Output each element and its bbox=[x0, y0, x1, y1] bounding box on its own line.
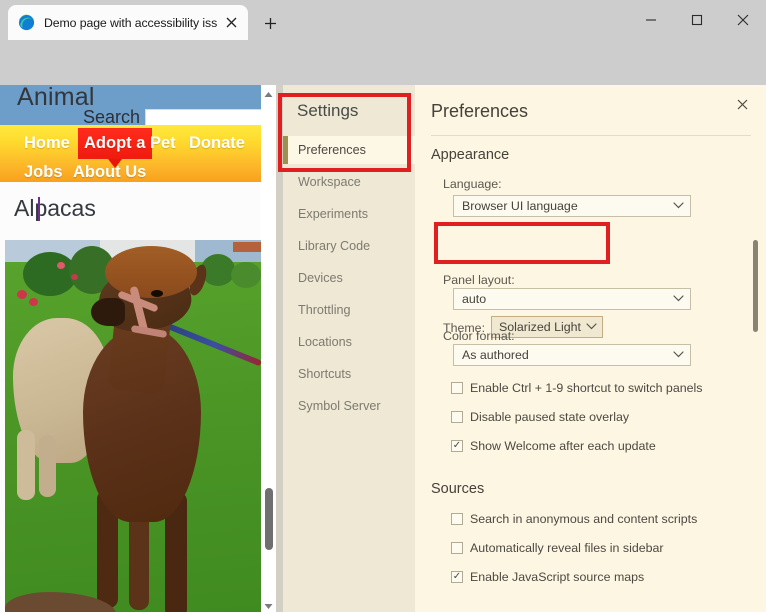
scroll-up-icon[interactable] bbox=[263, 87, 274, 98]
chevron-down-icon bbox=[586, 322, 597, 333]
photo-alpaca-snout bbox=[91, 298, 125, 326]
color-format-select-value: As authored bbox=[462, 348, 529, 362]
page-scrollbar-thumb[interactable] bbox=[265, 488, 273, 550]
checkbox-box[interactable] bbox=[451, 411, 463, 423]
browser-window: Demo page with accessibility iss Animal … bbox=[0, 0, 766, 612]
minimize-button[interactable] bbox=[628, 0, 674, 40]
checkbox-enable-ctrl-shortcut[interactable]: Enable Ctrl + 1-9 shortcut to switch pan… bbox=[451, 381, 702, 395]
photo-flower bbox=[17, 290, 27, 299]
devtools-splitter[interactable] bbox=[276, 85, 283, 612]
section-title-sources: Sources bbox=[431, 481, 485, 497]
devtools-settings: Settings Preferences Workspace Experimen… bbox=[283, 85, 766, 612]
photo-white-alpaca-leg bbox=[17, 430, 35, 500]
page-scrollbar[interactable] bbox=[261, 85, 276, 612]
sidebar-item-workspace[interactable]: Workspace bbox=[283, 168, 415, 196]
checkbox-box[interactable] bbox=[451, 382, 463, 394]
sidebar-item-throttling[interactable]: Throttling bbox=[283, 296, 415, 324]
photo-bush bbox=[231, 262, 261, 288]
settings-sidebar: Settings Preferences Workspace Experimen… bbox=[283, 85, 415, 612]
checkbox-label: Show Welcome after each update bbox=[470, 439, 656, 453]
checkbox-show-welcome[interactable]: Show Welcome after each update bbox=[451, 439, 656, 453]
web-page: Animal Search Home Adopt a Pet Donate Jo… bbox=[0, 85, 261, 612]
language-select-value: Browser UI language bbox=[462, 199, 578, 213]
navigation-toolbar: https://microsoftedge.github.io/Demos/de… bbox=[0, 40, 766, 119]
panel-layout-label: Panel layout: bbox=[443, 273, 515, 287]
alpaca-photo bbox=[5, 240, 261, 612]
photo-white-alpaca-leg bbox=[39, 435, 56, 497]
checkbox-auto-reveal-files[interactable]: Automatically reveal files in sidebar bbox=[451, 541, 664, 555]
site-navigation: Home Adopt a Pet Donate Jobs About Us bbox=[0, 125, 261, 182]
title-bar: Demo page with accessibility iss bbox=[0, 0, 766, 40]
sidebar-item-experiments[interactable]: Experiments bbox=[283, 200, 415, 228]
browser-tab[interactable]: Demo page with accessibility iss bbox=[8, 5, 248, 40]
language-label: Language: bbox=[443, 177, 502, 191]
panel-layout-select-value: auto bbox=[462, 292, 487, 306]
tab-title: Demo page with accessibility iss bbox=[44, 15, 218, 30]
chevron-down-icon bbox=[673, 350, 684, 361]
checkbox-label: Search in anonymous and content scripts bbox=[470, 512, 698, 526]
checkbox-label: Enable Ctrl + 1-9 shortcut to switch pan… bbox=[470, 381, 703, 395]
checkbox-search-anonymous-scripts[interactable]: Search in anonymous and content scripts bbox=[451, 512, 697, 526]
photo-alpaca-fleece bbox=[105, 246, 197, 298]
sidebar-item-label: Locations bbox=[298, 335, 352, 349]
chevron-down-icon bbox=[673, 201, 684, 212]
new-tab-button[interactable] bbox=[256, 9, 284, 37]
nav-link-about-us[interactable]: About Us bbox=[73, 163, 146, 182]
color-format-label: Color format: bbox=[443, 329, 515, 343]
nav-link-donate[interactable]: Donate bbox=[189, 134, 245, 153]
nav-link-jobs[interactable]: Jobs bbox=[24, 163, 63, 182]
sidebar-item-label: Workspace bbox=[298, 175, 361, 189]
preferences-panel: Preferences Appearance Language: Browser… bbox=[415, 85, 766, 612]
close-icon[interactable] bbox=[220, 12, 242, 34]
color-format-select[interactable]: As authored bbox=[453, 344, 691, 366]
checkbox-label: Disable paused state overlay bbox=[470, 410, 630, 424]
text-caret bbox=[38, 197, 40, 221]
photo-roof bbox=[233, 242, 261, 252]
edge-logo-icon bbox=[18, 14, 35, 31]
photo-flower bbox=[57, 262, 65, 269]
sidebar-item-label: Preferences bbox=[298, 143, 366, 157]
page-title: Preferences bbox=[431, 101, 529, 121]
sidebar-item-devices[interactable]: Devices bbox=[283, 264, 415, 292]
nav-link-adopt-a-pet[interactable]: Adopt a Pet bbox=[84, 134, 176, 153]
sidebar-item-label: Symbol Server bbox=[298, 399, 381, 413]
checkbox-box[interactable] bbox=[451, 542, 463, 554]
photo-alpaca-eye bbox=[151, 290, 163, 297]
window-controls bbox=[628, 0, 766, 40]
checkbox-label: Enable JavaScript source maps bbox=[470, 570, 645, 584]
close-icon[interactable] bbox=[728, 90, 756, 118]
sidebar-item-locations[interactable]: Locations bbox=[283, 328, 415, 356]
checkbox-enable-source-maps[interactable]: Enable JavaScript source maps bbox=[451, 570, 644, 584]
preferences-scrollbar-thumb[interactable] bbox=[753, 240, 758, 332]
checkbox-box[interactable] bbox=[451, 440, 463, 452]
sidebar-item-label: Shortcuts bbox=[298, 367, 352, 381]
checkbox-label: Automatically reveal files in sidebar bbox=[470, 541, 664, 555]
close-button[interactable] bbox=[720, 0, 766, 40]
sidebar-item-symbol-server[interactable]: Symbol Server bbox=[283, 392, 415, 420]
sidebar-item-label: Throttling bbox=[298, 303, 351, 317]
page-viewport: Animal Search Home Adopt a Pet Donate Jo… bbox=[0, 85, 276, 612]
section-title-appearance: Appearance bbox=[431, 147, 510, 163]
photo-flower bbox=[29, 298, 38, 306]
checkbox-disable-paused-overlay[interactable]: Disable paused state overlay bbox=[451, 410, 629, 424]
panel-divider bbox=[431, 135, 751, 136]
page-heading: Alpacas bbox=[14, 195, 96, 221]
scroll-down-icon[interactable] bbox=[263, 599, 274, 610]
sidebar-item-preferences[interactable]: Preferences bbox=[283, 136, 415, 164]
sidebar-item-label: Library Code bbox=[298, 239, 371, 253]
nav-link-home[interactable]: Home bbox=[24, 134, 70, 153]
sidebar-item-label: Experiments bbox=[298, 207, 368, 221]
photo-flower bbox=[71, 274, 78, 280]
panel-layout-select[interactable]: auto bbox=[453, 288, 691, 310]
sidebar-item-shortcuts[interactable]: Shortcuts bbox=[283, 360, 415, 388]
chevron-down-icon bbox=[673, 294, 684, 305]
sidebar-item-label: Devices bbox=[298, 271, 343, 285]
settings-title: Settings bbox=[297, 101, 359, 120]
checkbox-box[interactable] bbox=[451, 513, 463, 525]
checkbox-box[interactable] bbox=[451, 571, 463, 583]
maximize-button[interactable] bbox=[674, 0, 720, 40]
language-select[interactable]: Browser UI language bbox=[453, 195, 691, 217]
sidebar-item-library-code[interactable]: Library Code bbox=[283, 232, 415, 260]
